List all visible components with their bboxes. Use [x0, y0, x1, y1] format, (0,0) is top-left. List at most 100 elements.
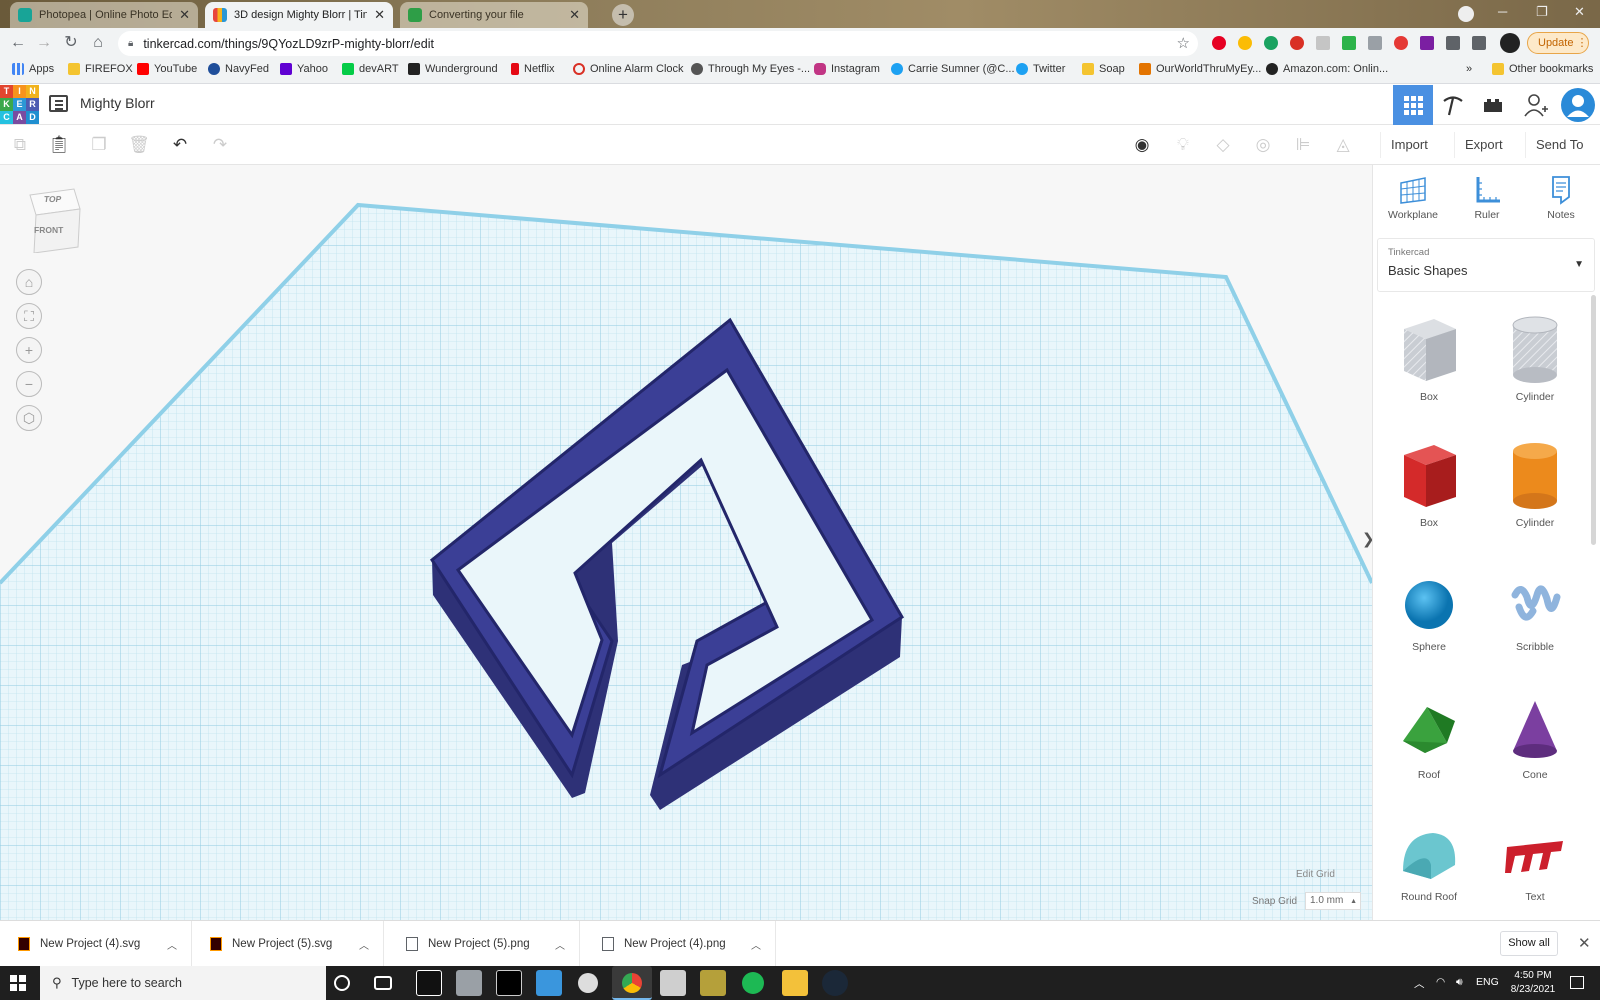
- zoom-in-icon[interactable]: +: [16, 337, 42, 363]
- chevron-up-icon[interactable]: ︿: [751, 937, 761, 952]
- bookmark-soap[interactable]: Soap: [1082, 63, 1125, 75]
- bookmark-navyfed[interactable]: NavyFed: [208, 63, 269, 75]
- media-extension-icon[interactable]: [1368, 36, 1382, 50]
- chevron-up-icon[interactable]: ︿: [167, 937, 177, 952]
- adblock-extension-icon[interactable]: [1290, 36, 1304, 50]
- tab-close-icon[interactable]: ✕: [374, 7, 385, 23]
- download-item[interactable]: New Project (5).png ︿: [388, 921, 580, 967]
- send-to-button[interactable]: Send To: [1525, 132, 1593, 158]
- zoom-out-icon[interactable]: −: [16, 371, 42, 397]
- import-button[interactable]: Import: [1380, 132, 1438, 158]
- chevron-up-icon[interactable]: ︿: [555, 937, 565, 952]
- spotify-icon[interactable]: [742, 972, 764, 994]
- profile-dropdown-icon[interactable]: [1458, 6, 1474, 22]
- update-button[interactable]: Update ⋮: [1527, 32, 1589, 54]
- cortana-icon[interactable]: [334, 975, 350, 991]
- reading-list-icon[interactable]: [1472, 36, 1486, 50]
- windows-start-icon[interactable]: [10, 975, 26, 991]
- paste-icon[interactable]: 📋︎: [47, 133, 71, 157]
- shape-cylinder-hole[interactable]: Cylinder: [1487, 315, 1583, 403]
- shape-cone[interactable]: Cone: [1487, 697, 1583, 781]
- bookmark-alarm-clock[interactable]: Online Alarm Clock: [573, 63, 684, 75]
- home-view-icon[interactable]: ⌂: [16, 269, 42, 295]
- tab-close-icon[interactable]: ✕: [179, 7, 190, 23]
- bookmark-amazon[interactable]: Amazon.com: Onlin...: [1266, 63, 1388, 75]
- network-app-icon[interactable]: [536, 970, 562, 996]
- restore-window-icon[interactable]: ❐: [1536, 4, 1548, 20]
- tinkercad-logo[interactable]: T I N K E R C A D: [0, 85, 39, 124]
- shape-roof[interactable]: Roof: [1381, 697, 1477, 781]
- bookmark-devart[interactable]: devART: [342, 63, 399, 75]
- view-cube-front-label[interactable]: FRONT: [34, 225, 63, 235]
- bookmark-twitter[interactable]: Twitter: [1016, 63, 1065, 75]
- browser-tab-tinkercad[interactable]: 3D design Mighty Blorr | Tinkercad ✕: [205, 2, 393, 28]
- workplane-scene[interactable]: [0, 165, 1372, 920]
- reload-icon[interactable]: ↻: [61, 33, 81, 53]
- edit-grid-button[interactable]: Edit Grid: [1296, 869, 1335, 880]
- bookmark-apps[interactable]: Apps: [12, 63, 54, 75]
- mirror-icon[interactable]: ◬: [1331, 133, 1355, 157]
- blocks-view-button[interactable]: [1433, 85, 1473, 125]
- bookmark-ourworld[interactable]: OurWorldThruMyEy...: [1139, 63, 1261, 75]
- shape-scribble[interactable]: Scribble: [1487, 575, 1583, 653]
- download-item[interactable]: New Project (5).svg ︿: [192, 921, 384, 967]
- shape-library-dropdown[interactable]: Tinkercad Basic Shapes ▼: [1377, 238, 1595, 292]
- plugin-extension-icon[interactable]: [1420, 36, 1434, 50]
- bookmark-star-icon[interactable]: ☆: [1177, 34, 1190, 52]
- back-arrow-icon[interactable]: ←: [8, 33, 28, 53]
- align-icon[interactable]: ⊫: [1291, 133, 1315, 157]
- notifications-icon[interactable]: [1570, 976, 1584, 989]
- light-bulb-icon[interactable]: 💡︎: [1171, 133, 1195, 157]
- bookmark-netflix[interactable]: Netflix: [511, 63, 555, 75]
- download-item[interactable]: New Project (4).svg ︿: [0, 921, 192, 967]
- tab-close-icon[interactable]: ✕: [569, 7, 580, 23]
- puzzle-extensions-icon[interactable]: [1446, 36, 1460, 50]
- home-icon[interactable]: ⌂: [88, 33, 108, 53]
- address-bar[interactable]: 🔒︎ tinkercad.com/things/9QYozLD9zrP-migh…: [118, 31, 1198, 56]
- volume-icon[interactable]: 🔊︎: [1456, 976, 1463, 989]
- collapse-panel-chevron-icon[interactable]: ❯: [1362, 530, 1372, 548]
- undo-icon[interactable]: ↶: [168, 133, 192, 157]
- design-list-icon[interactable]: [49, 95, 68, 112]
- browser-tab-converting[interactable]: Converting your file ✕: [400, 2, 588, 28]
- shape-box[interactable]: Box: [1381, 441, 1477, 529]
- shapes-scrollbar[interactable]: [1591, 295, 1596, 545]
- profile-avatar[interactable]: [1500, 33, 1520, 53]
- terminal-app-icon[interactable]: [496, 970, 522, 996]
- bookmark-youtube[interactable]: YouTube: [137, 63, 197, 75]
- show-all-downloads-button[interactable]: Show all: [1500, 931, 1558, 956]
- opera-extension-icon[interactable]: [1394, 36, 1408, 50]
- photos-app-icon[interactable]: [456, 970, 482, 996]
- photopea-app-icon[interactable]: [416, 970, 442, 996]
- bookmark-carrie-sumner[interactable]: Carrie Sumner (@C...: [891, 63, 1015, 75]
- bookmark-yahoo[interactable]: Yahoo: [280, 63, 328, 75]
- notes-visibility-icon[interactable]: ◉: [1130, 133, 1154, 157]
- shape-text[interactable]: Text: [1487, 825, 1583, 903]
- tray-chevron-up-icon[interactable]: ︿: [1414, 976, 1425, 991]
- shape-icon[interactable]: ◇: [1211, 133, 1235, 157]
- bookmark-firefox[interactable]: FIREFOX: [68, 63, 133, 75]
- other-bookmarks-folder[interactable]: Other bookmarks: [1492, 63, 1593, 75]
- copy-icon[interactable]: ⧉: [8, 133, 32, 157]
- wifi-icon[interactable]: ◠: [1436, 976, 1445, 988]
- notes-tool-button[interactable]: Notes: [1526, 175, 1596, 221]
- chevron-up-icon[interactable]: ︿: [359, 937, 369, 952]
- shape-box-hole[interactable]: Box: [1381, 315, 1477, 403]
- download-item[interactable]: New Project (4).png ︿: [584, 921, 776, 967]
- fit-view-icon[interactable]: ⛶: [16, 303, 42, 329]
- user-avatar-button[interactable]: [1558, 85, 1598, 125]
- bricks-view-button[interactable]: [1473, 85, 1513, 125]
- design-title[interactable]: Mighty Blorr: [80, 95, 155, 111]
- checkmark-extension-icon[interactable]: [1342, 36, 1356, 50]
- language-indicator[interactable]: ENG: [1476, 976, 1499, 988]
- settings-gear-icon[interactable]: [578, 973, 598, 993]
- ruler-tool-button[interactable]: Ruler: [1452, 175, 1522, 221]
- new-tab-button[interactable]: +: [612, 4, 634, 26]
- task-view-icon[interactable]: [374, 976, 392, 990]
- shape-cylinder[interactable]: Cylinder: [1487, 441, 1583, 529]
- forward-arrow-icon[interactable]: →: [34, 33, 54, 53]
- game-app-icon[interactable]: [700, 970, 726, 996]
- workplane-viewport[interactable]: TOP FRONT ⌂ ⛶ + − ⬡ Edit Grid Snap Grid …: [0, 165, 1372, 920]
- bookmark-instagram[interactable]: Instagram: [814, 63, 880, 75]
- workplane-tool-button[interactable]: Workplane: [1378, 175, 1448, 221]
